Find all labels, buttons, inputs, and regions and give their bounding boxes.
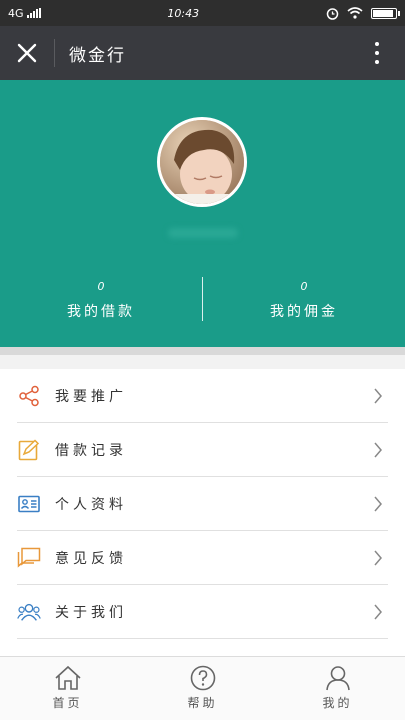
tab-home[interactable]: 首页: [0, 657, 135, 720]
wifi-icon: [347, 7, 363, 19]
tab-mine[interactable]: 我的: [270, 657, 405, 720]
menu-item-label: 我要推广: [55, 389, 127, 405]
stat-value: 0: [97, 280, 105, 293]
chevron-right-icon: [363, 442, 393, 458]
menu-item-loan-records[interactable]: 借款记录: [0, 423, 405, 477]
close-icon: [17, 43, 37, 63]
help-icon: [190, 665, 215, 691]
close-button[interactable]: [0, 26, 54, 80]
profile-header: 0 我的借款 0 我的佣金: [0, 80, 405, 347]
status-right: [326, 7, 400, 20]
chevron-right-icon: [363, 550, 393, 566]
status-time: 10:43: [167, 6, 200, 20]
stat-divider: [202, 277, 203, 321]
chevron-right-icon: [363, 496, 393, 512]
network-type: 4G: [8, 6, 24, 20]
menu-item-label: 关于我们: [55, 605, 127, 621]
nav-divider: [54, 39, 55, 67]
share-icon: [17, 384, 41, 408]
status-bar: 4G 10:43: [0, 0, 405, 26]
avatar-image: [160, 120, 244, 204]
bottom-tab-bar: 首页 帮助 我的: [0, 656, 405, 720]
home-icon: [54, 665, 81, 690]
edit-note-icon: [17, 438, 41, 462]
stat-label: 我的借款: [67, 304, 135, 320]
tab-label: 我的: [322, 696, 353, 710]
stat-my-commission[interactable]: 0 我的佣金: [203, 277, 405, 327]
menu-item-promote[interactable]: 我要推广: [0, 369, 405, 423]
page-title: 微金行: [69, 45, 126, 66]
menu-item-profile[interactable]: 个人资料: [0, 477, 405, 531]
avatar[interactable]: [157, 117, 247, 207]
section-spacer: [0, 355, 405, 369]
more-options-button[interactable]: [363, 39, 391, 67]
chevron-right-icon: [363, 388, 393, 404]
menu-list: 我要推广 借款记录 个人资料 意见反馈 关于我们: [0, 369, 405, 639]
stat-value: 0: [300, 280, 308, 293]
chevron-right-icon: [363, 604, 393, 620]
stats-row: 0 我的借款 0 我的佣金: [0, 277, 405, 327]
stat-label: 我的佣金: [270, 304, 338, 320]
users-icon: [17, 600, 41, 624]
user-icon: [325, 666, 350, 691]
alarm-icon: [326, 7, 339, 20]
username-blurred: [0, 228, 405, 248]
chat-bubble-icon: [17, 546, 41, 570]
menu-item-label: 个人资料: [55, 497, 127, 513]
stat-my-loans[interactable]: 0 我的借款: [0, 277, 202, 327]
menu-item-feedback[interactable]: 意见反馈: [0, 531, 405, 585]
tab-label: 帮助: [187, 696, 218, 710]
section-divider: [0, 347, 405, 355]
tab-label: 首页: [52, 696, 83, 710]
tab-help[interactable]: 帮助: [135, 657, 270, 720]
signal-icon: [26, 8, 41, 18]
menu-item-about-us[interactable]: 关于我们: [0, 585, 405, 639]
nav-bar: 微金行: [0, 26, 405, 80]
id-card-icon: [17, 492, 41, 516]
battery-icon: [370, 7, 400, 19]
status-left: 4G: [8, 7, 41, 20]
menu-item-label: 意见反馈: [55, 551, 127, 567]
menu-item-label: 借款记录: [55, 443, 127, 459]
